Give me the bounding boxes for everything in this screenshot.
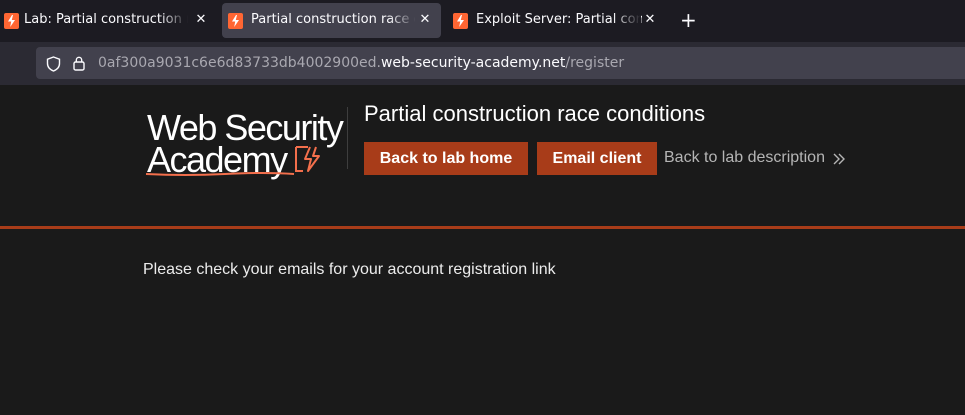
shield-icon[interactable] <box>46 56 61 76</box>
registration-message: Please check your emails for your accoun… <box>143 261 556 278</box>
close-icon[interactable]: ✕ <box>643 13 657 27</box>
web-security-academy-logo[interactable]: Web Security Academy <box>145 107 347 180</box>
page-content: Web Security Academy Partial constructio… <box>0 85 965 415</box>
header-divider <box>347 107 348 169</box>
bolt-icon <box>228 13 243 29</box>
url-path: /register <box>565 55 625 71</box>
tab-lab[interactable]: Lab: Partial construction race condition… <box>0 3 216 38</box>
tab-partial-construction[interactable]: Partial construction race conditions ✕ <box>222 3 441 38</box>
double-chevron-right-icon[interactable] <box>832 151 846 170</box>
url-domain: web-security-academy.net <box>380 55 566 71</box>
back-to-lab-home-button[interactable]: Back to lab home <box>364 142 528 175</box>
browser-tab-strip: Lab: Partial construction race condition… <box>0 0 965 42</box>
header-rule <box>0 226 965 229</box>
logo-bolt-icon <box>295 146 320 172</box>
close-icon[interactable]: ✕ <box>418 13 432 27</box>
logo-underline-icon <box>145 172 295 176</box>
close-icon[interactable]: ✕ <box>194 13 208 27</box>
new-tab-button[interactable]: + <box>680 10 697 30</box>
email-client-button[interactable]: Email client <box>537 142 657 175</box>
tab-exploit-server[interactable]: Exploit Server: Partial construction rac… <box>449 3 665 38</box>
navigation-toolbar: 0af300a9031c6e6d83733db4002900ed.web-sec… <box>0 42 965 85</box>
lab-title: Partial construction race conditions <box>364 101 706 126</box>
bolt-icon <box>4 13 19 29</box>
bolt-icon <box>453 13 468 29</box>
url-subdomain: 0af300a9031c6e6d83733db4002900ed. <box>98 55 381 71</box>
url-bar[interactable]: 0af300a9031c6e6d83733db4002900ed.web-sec… <box>36 47 965 79</box>
lock-icon[interactable] <box>72 55 86 75</box>
url-text[interactable]: 0af300a9031c6e6d83733db4002900ed.web-sec… <box>98 55 624 71</box>
back-to-lab-description-link[interactable]: Back to lab description <box>664 149 825 167</box>
